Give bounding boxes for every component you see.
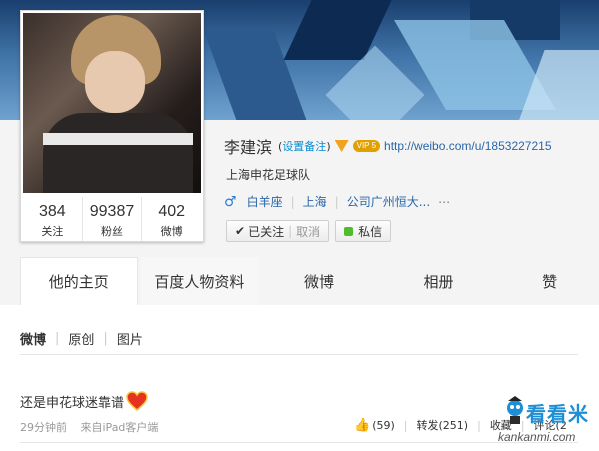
stat-followers[interactable]: 99387 粉丝 [83,197,143,241]
checkmark-icon: ✔ [235,224,246,238]
tab-album[interactable]: 相册 [379,257,498,305]
remark: (设置备注) [278,138,331,154]
filter-pictures[interactable]: 图片 [117,329,143,348]
heart-emoji-icon [126,391,148,411]
info-separator: | [334,194,339,209]
like-icon[interactable]: 👍 [354,418,370,433]
avatar-stripe [43,133,193,145]
more-info-icon[interactable]: ⋯ [438,195,450,209]
filter-original[interactable]: 原创 [68,329,94,348]
feed-filter: 微博 | 原创 | 图片 [20,329,143,348]
action-separator: | [477,418,481,432]
button-divider: | [288,224,293,238]
post-content: 还是申花球迷靠谱 [20,395,125,411]
unfollow-button[interactable]: 取消 [296,223,320,240]
stat-followers-label: 粉丝 [101,225,123,238]
remark-close: ) [326,140,331,153]
male-icon: ♂ [224,193,237,210]
post-meta: 29分钟前 来自iPad客户端 [20,419,158,435]
message-button[interactable]: 私信 [335,220,392,242]
profile-actions: ✔ 已关注 | 取消 私信 [226,220,392,242]
vip-badge[interactable]: VIP 5 [352,140,381,152]
stat-posts-count: 402 [158,203,186,220]
tab-likes[interactable]: 赞 [500,257,599,305]
message-label: 私信 [358,224,383,239]
mascot-icon [507,396,523,424]
profile-info-row: ♂ 白羊座 | 上海 | 公司广州恒大... ⋯ [224,193,450,210]
tab-weibo[interactable]: 微博 [261,257,377,305]
stat-following[interactable]: 384 关注 [23,197,83,241]
set-remark-link[interactable]: 设置备注 [282,140,326,153]
forward-button[interactable]: 转发(251) [417,417,469,433]
info-separator: | [290,194,295,209]
divider [20,354,578,355]
stat-followers-count: 99387 [89,203,135,220]
like-count[interactable]: (59) [372,419,395,432]
avatar[interactable] [23,13,201,193]
profile-bio: 上海申花足球队 [226,168,311,182]
filter-separator: | [103,331,108,346]
filter-separator: | [55,331,60,346]
zodiac-link[interactable]: 白羊座 [247,193,283,210]
profile-name: 李建滨 [224,138,273,157]
post-time[interactable]: 29分钟前 [20,421,67,434]
post-text: 还是申花球迷靠谱 [20,391,148,411]
verified-v-icon[interactable] [334,140,349,152]
company-link[interactable]: 公司广州恒大... [347,193,430,210]
message-icon [344,226,354,236]
post-source: 来自iPad客户端 [80,421,159,434]
stat-posts[interactable]: 402 微博 [142,197,201,241]
stat-posts-label: 微博 [160,225,183,238]
filter-all[interactable]: 微博 [20,329,46,348]
profile-url-link[interactable]: http://weibo.com/u/1853227215 [384,139,551,153]
watermark-title: 看看米 [526,402,589,426]
divider [20,442,578,443]
followed-label: 已关注 [248,224,285,239]
avatar-card: 384 关注 99387 粉丝 402 微博 [20,10,204,242]
profile-stats: 384 关注 99387 粉丝 402 微博 [23,197,201,241]
tab-home[interactable]: 他的主页 [20,257,138,305]
action-separator: | [403,418,408,432]
stat-following-count: 384 [38,203,66,220]
location-link[interactable]: 上海 [303,193,327,210]
avatar-jacket [43,113,193,193]
avatar-face [85,51,145,113]
stat-following-label: 关注 [41,225,64,238]
watermark-site: kankanmi.com [498,430,576,444]
profile-tabs: 他的主页 百度人物资料 微博 相册 赞 [0,257,599,305]
watermark: 看看米 kankanmi.com [498,394,599,451]
followed-button[interactable]: ✔ 已关注 | 取消 [226,220,330,242]
tab-baidu-profile[interactable]: 百度人物资料 [140,257,259,305]
profile-name-row: 李建滨 (设置备注) VIP 5 http://weibo.com/u/1853… [224,136,552,157]
